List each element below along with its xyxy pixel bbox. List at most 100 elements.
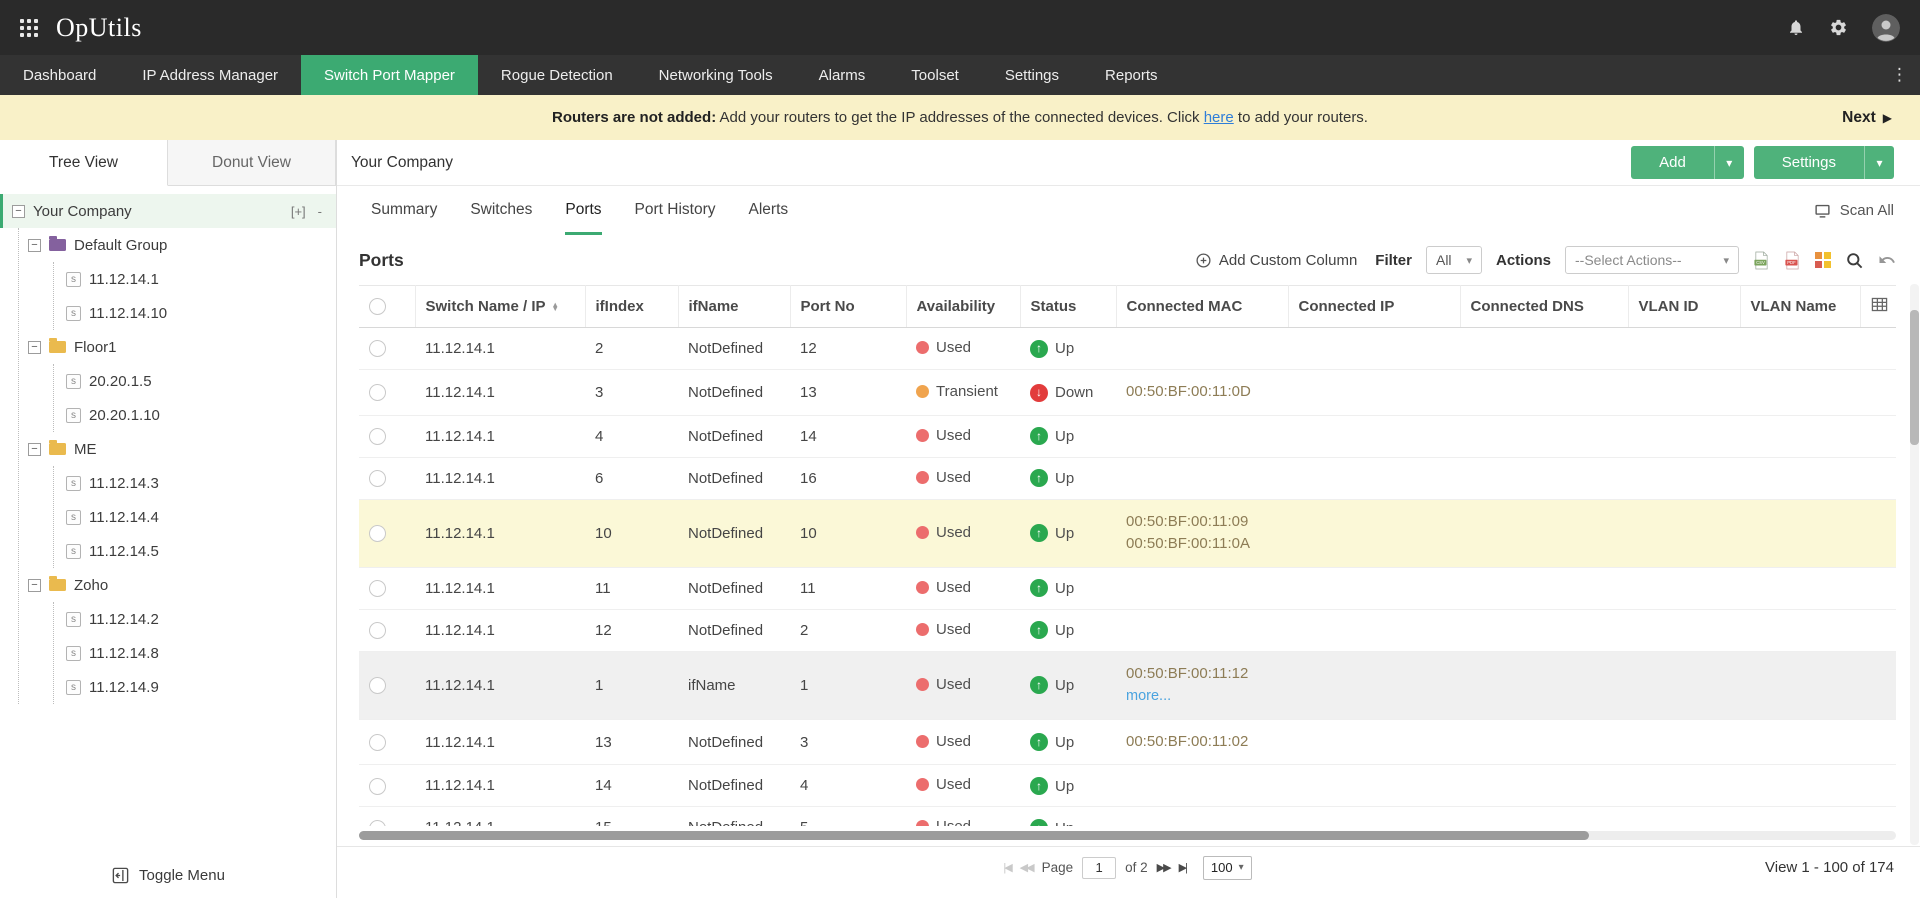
column-settings-header[interactable]	[1860, 286, 1896, 328]
column-header-switch-name-ip[interactable]: Switch Name / IP▲▼	[415, 286, 585, 328]
banner-here-link[interactable]: here	[1204, 109, 1234, 126]
collapse-icon[interactable]: −	[28, 579, 41, 592]
tree-item-20-20-1-10[interactable]: s20.20.1.10	[54, 398, 336, 432]
vertical-scrollbar[interactable]	[1910, 284, 1919, 845]
column-header-status: Status	[1020, 286, 1116, 328]
select-all-checkbox[interactable]	[369, 298, 386, 315]
row-checkbox[interactable]	[369, 525, 386, 542]
tree-item-11-12-14-9[interactable]: s11.12.14.9	[54, 670, 336, 704]
user-avatar[interactable]	[1872, 14, 1900, 42]
column-chooser-icon[interactable]	[1815, 252, 1831, 268]
tree-item-11-12-14-4[interactable]: s11.12.14.4	[54, 500, 336, 534]
nav-item-switch-port-mapper[interactable]: Switch Port Mapper	[301, 55, 478, 95]
status-up-icon: ↑	[1030, 819, 1048, 826]
export-pdf-icon[interactable]: PDF	[1784, 251, 1801, 270]
tree-item-your-company[interactable]: − Your Company [+] -	[0, 194, 336, 228]
cell-ifname: ifName	[678, 651, 790, 719]
filter-dropdown[interactable]: All ▾	[1426, 246, 1482, 274]
add-button[interactable]: Add ▾	[1631, 146, 1744, 179]
tree-item-11-12-14-3[interactable]: s11.12.14.3	[54, 466, 336, 500]
row-checkbox[interactable]	[369, 820, 386, 826]
tree-item-20-20-1-5[interactable]: s20.20.1.5	[54, 364, 336, 398]
refresh-icon[interactable]	[1878, 251, 1896, 269]
svg-text:CSV: CSV	[1756, 260, 1765, 265]
add-dropdown-caret-icon[interactable]: ▾	[1714, 146, 1744, 179]
tab-alerts[interactable]: Alerts	[749, 186, 789, 235]
apps-grid-icon[interactable]	[20, 19, 38, 37]
tree-item-11-12-14-8[interactable]: s11.12.14.8	[54, 636, 336, 670]
actions-dropdown[interactable]: --Select Actions-- ▾	[1565, 246, 1739, 274]
prev-page-button[interactable]: ◀◀	[1020, 861, 1033, 874]
tree-item-11-12-14-2[interactable]: s11.12.14.2	[54, 602, 336, 636]
tab-switches[interactable]: Switches	[470, 186, 532, 235]
tab-donut-view[interactable]: Donut View	[168, 140, 336, 185]
nav-item-toolset[interactable]: Toolset	[888, 55, 982, 95]
row-checkbox[interactable]	[369, 778, 386, 795]
collapse-icon[interactable]: −	[28, 239, 41, 252]
tab-summary[interactable]: Summary	[371, 186, 437, 235]
collapse-icon[interactable]: −	[28, 341, 41, 354]
admin-gear-icon[interactable]	[1829, 18, 1848, 37]
nav-item-networking-tools[interactable]: Networking Tools	[636, 55, 796, 95]
cell-connected-ip	[1288, 370, 1460, 416]
last-page-button[interactable]: ▶|	[1179, 861, 1186, 874]
tree-group-row-me[interactable]: −ME	[19, 432, 336, 466]
next-page-button[interactable]: ▶▶	[1157, 861, 1170, 874]
nav-item-reports[interactable]: Reports	[1082, 55, 1181, 95]
nav-item-settings[interactable]: Settings	[982, 55, 1082, 95]
first-page-button[interactable]: |◀	[1003, 861, 1010, 874]
expand-all-control[interactable]: [+]	[291, 204, 306, 219]
cell-end	[1860, 415, 1896, 457]
cell-end	[1860, 328, 1896, 370]
nav-overflow-icon[interactable]: ⋮	[1891, 55, 1908, 95]
more-link[interactable]: more...	[1126, 688, 1171, 704]
tab-port-history[interactable]: Port History	[635, 186, 716, 235]
add-custom-column-button[interactable]: Add Custom Column	[1195, 252, 1357, 269]
cell-status: ↑Up	[1020, 457, 1116, 499]
row-checkbox[interactable]	[369, 470, 386, 487]
settings-button-label: Settings	[1754, 146, 1864, 179]
settings-dropdown-caret-icon[interactable]: ▾	[1864, 146, 1894, 179]
collapse-icon[interactable]: −	[12, 205, 25, 218]
availability-dot	[916, 385, 929, 398]
tree-group-row-default-group[interactable]: − Default Group	[19, 228, 336, 262]
tree-item-label: 11.12.14.2	[89, 611, 159, 628]
nav-item-dashboard[interactable]: Dashboard	[0, 55, 119, 95]
row-checkbox[interactable]	[369, 580, 386, 597]
tab-tree-view[interactable]: Tree View	[0, 140, 168, 186]
app-window: OpUtils DashboardIP Address ManagerSwitc…	[0, 0, 1920, 898]
settings-button[interactable]: Settings ▾	[1754, 146, 1894, 179]
tree-item-11-12-14-1[interactable]: s11.12.14.1	[54, 262, 336, 296]
sort-icon[interactable]: ▲▼	[552, 303, 559, 312]
row-checkbox[interactable]	[369, 734, 386, 751]
tab-ports[interactable]: Ports	[565, 186, 601, 235]
row-checkbox[interactable]	[369, 340, 386, 357]
tree-group-label: Default Group	[74, 237, 167, 254]
horizontal-scrollbar-thumb[interactable]	[359, 831, 1589, 840]
row-checkbox[interactable]	[369, 384, 386, 401]
collapse-icon[interactable]: −	[28, 443, 41, 456]
page-number-input[interactable]	[1082, 857, 1116, 879]
nav-item-alarms[interactable]: Alarms	[796, 55, 889, 95]
sidebar-tabs: Tree View Donut View	[0, 140, 336, 186]
tree-item-11-12-14-5[interactable]: s11.12.14.5	[54, 534, 336, 568]
collapse-all-control[interactable]: -	[318, 204, 322, 219]
row-checkbox[interactable]	[369, 428, 386, 445]
cell-ifname: NotDefined	[678, 807, 790, 826]
nav-item-ip-address-manager[interactable]: IP Address Manager	[119, 55, 301, 95]
export-csv-icon[interactable]: CSV	[1753, 251, 1770, 270]
row-checkbox[interactable]	[369, 622, 386, 639]
search-icon[interactable]	[1845, 251, 1864, 270]
vertical-scrollbar-thumb[interactable]	[1910, 310, 1919, 445]
nav-item-rogue-detection[interactable]: Rogue Detection	[478, 55, 636, 95]
banner-next-button[interactable]: Next ▶	[1842, 109, 1892, 127]
tree-group-row-zoho[interactable]: −Zoho	[19, 568, 336, 602]
page-size-select[interactable]: 100 ▾	[1203, 856, 1252, 880]
toggle-menu-button[interactable]: Toggle Menu	[0, 866, 336, 885]
tree-item-11-12-14-10[interactable]: s11.12.14.10	[54, 296, 336, 330]
row-checkbox[interactable]	[369, 677, 386, 694]
notification-bell-icon[interactable]	[1787, 18, 1805, 37]
scan-all-button[interactable]: Scan All	[1814, 186, 1894, 235]
tree-group-row-floor1[interactable]: −Floor1	[19, 330, 336, 364]
horizontal-scrollbar[interactable]	[359, 831, 1896, 840]
